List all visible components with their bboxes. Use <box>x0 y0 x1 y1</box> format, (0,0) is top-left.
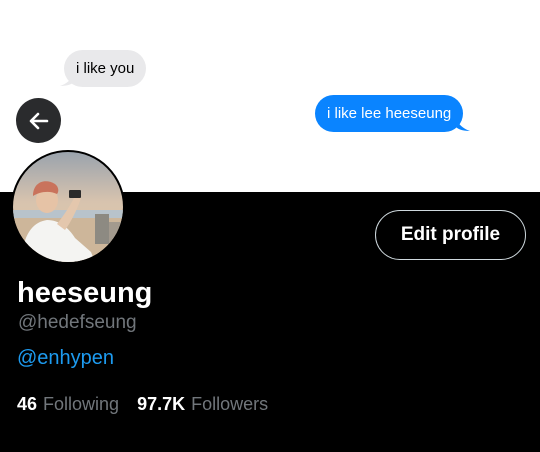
username-handle: @hedefseung <box>18 312 137 333</box>
arrow-left-icon <box>29 112 48 129</box>
followers-link[interactable]: 97.7K Followers <box>137 393 268 415</box>
following-count: 46 <box>17 394 38 414</box>
edit-profile-button[interactable]: Edit profile <box>375 210 526 260</box>
followers-count: 97.7K <box>137 394 186 414</box>
profile-stats: 46 Following 97.7K Followers <box>17 393 268 415</box>
bio-mention-link[interactable]: @enhypen <box>17 346 114 370</box>
following-link[interactable]: 46 Following <box>17 393 119 415</box>
display-name: heeseung <box>17 277 153 309</box>
message-bubble-received: i like you <box>64 50 147 87</box>
back-button[interactable] <box>16 98 61 143</box>
profile-page: i like you i like lee heeseung Edit prof… <box>0 0 540 452</box>
message-bubble-sent: i like lee heeseung <box>315 95 464 132</box>
followers-label: Followers <box>191 394 269 414</box>
avatar[interactable] <box>11 150 125 264</box>
following-label: Following <box>43 394 120 414</box>
avatar-image <box>13 152 123 262</box>
